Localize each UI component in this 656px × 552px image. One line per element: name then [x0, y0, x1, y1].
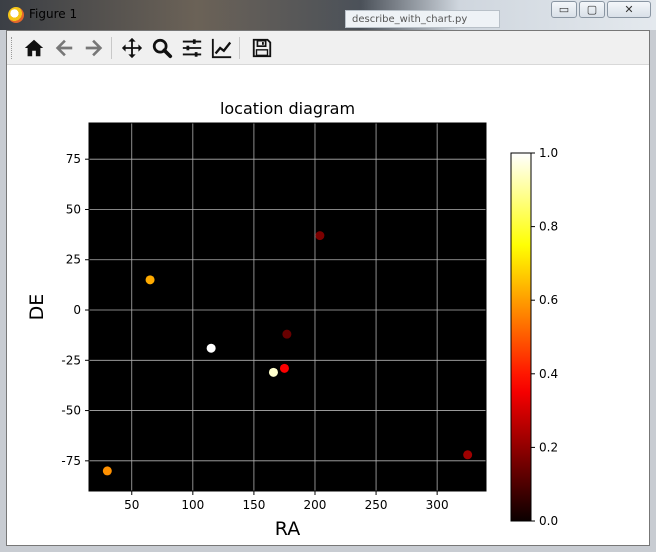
- toolbar-separator: [239, 37, 240, 59]
- y-tick-label: 50: [66, 202, 81, 216]
- colorbar-tick-label: 0.8: [539, 220, 558, 234]
- scatter-point: [145, 275, 155, 285]
- scatter-point: [206, 343, 216, 353]
- maximize-icon: ▢: [586, 3, 598, 16]
- scatter-plot[interactable]: 50 100 150 200 250 300 -75 -50 -25 0 25 50 75 locatio…: [7, 65, 649, 545]
- toolbar-grip[interactable]: [11, 37, 14, 59]
- zoom-button[interactable]: [149, 36, 175, 60]
- scatter-point: [282, 329, 292, 339]
- colorbar-tick-label: 1.0: [539, 146, 558, 160]
- x-tick-label: 50: [124, 498, 139, 512]
- minimize-icon: ▭: [558, 3, 570, 16]
- home-icon: [24, 39, 44, 57]
- configure-subplots-button[interactable]: [179, 36, 205, 60]
- close-icon: ✕: [624, 3, 634, 16]
- edit-axis-button[interactable]: [209, 36, 235, 60]
- x-tick-label: 150: [242, 498, 265, 512]
- title-bar: Figure 1 describe_with_chart.py ▭ ▢ ✕: [0, 0, 656, 30]
- x-tick-label: 250: [365, 498, 388, 512]
- y-tick-label: 75: [66, 152, 81, 166]
- x-tick-label: 300: [426, 498, 449, 512]
- scatter-point: [268, 367, 278, 377]
- y-axis-label: DE: [26, 294, 48, 321]
- plot-area: [89, 123, 486, 491]
- x-tick-label: 200: [304, 498, 327, 512]
- scatter-point: [315, 231, 325, 241]
- toolbar-separator: [111, 37, 112, 59]
- maximize-button[interactable]: ▢: [579, 1, 605, 18]
- y-tick-label: 25: [66, 253, 81, 267]
- y-tick-label: -50: [61, 404, 81, 418]
- minimize-button[interactable]: ▭: [551, 1, 577, 18]
- y-tick-label: -25: [61, 353, 81, 367]
- colorbar-tick-label: 0.4: [539, 367, 558, 381]
- pan-icon: [121, 37, 143, 59]
- figure-canvas[interactable]: 50 100 150 200 250 300 -75 -50 -25 0 25 50 75 locatio…: [7, 65, 649, 545]
- figure-window: 50 100 150 200 250 300 -75 -50 -25 0 25 50 75 locatio…: [6, 30, 650, 546]
- colorbar-tick-label: 0.2: [539, 440, 558, 454]
- forward-button[interactable]: [81, 36, 107, 60]
- colorbar-tick-label: 0.6: [539, 293, 558, 307]
- scatter-point: [102, 466, 112, 476]
- pan-button[interactable]: [119, 36, 145, 60]
- scatter-point: [279, 363, 289, 373]
- y-tick-label: 0: [73, 303, 81, 317]
- edit-axis-icon: [211, 38, 232, 59]
- navigation-toolbar: [7, 31, 649, 65]
- configure-subplots-icon: [182, 39, 202, 57]
- close-button[interactable]: ✕: [607, 1, 651, 18]
- back-button[interactable]: [51, 36, 77, 60]
- colorbar-tick-label: 0.0: [539, 514, 558, 528]
- forward-icon: [85, 39, 103, 57]
- background-editor-tab[interactable]: describe_with_chart.py: [345, 10, 500, 28]
- back-icon: [55, 39, 73, 57]
- zoom-icon: [152, 38, 173, 59]
- x-tick-label: 100: [181, 498, 204, 512]
- scatter-point: [463, 450, 473, 460]
- chart-title: location diagram: [220, 99, 355, 118]
- home-button[interactable]: [21, 36, 47, 60]
- save-icon: [252, 38, 272, 58]
- colorbar: [510, 152, 532, 522]
- matplotlib-app-icon: [8, 7, 24, 23]
- window-title: Figure 1: [29, 7, 78, 21]
- y-tick-label: -75: [61, 454, 81, 468]
- x-axis-label: RA: [275, 518, 300, 540]
- save-button[interactable]: [249, 36, 275, 60]
